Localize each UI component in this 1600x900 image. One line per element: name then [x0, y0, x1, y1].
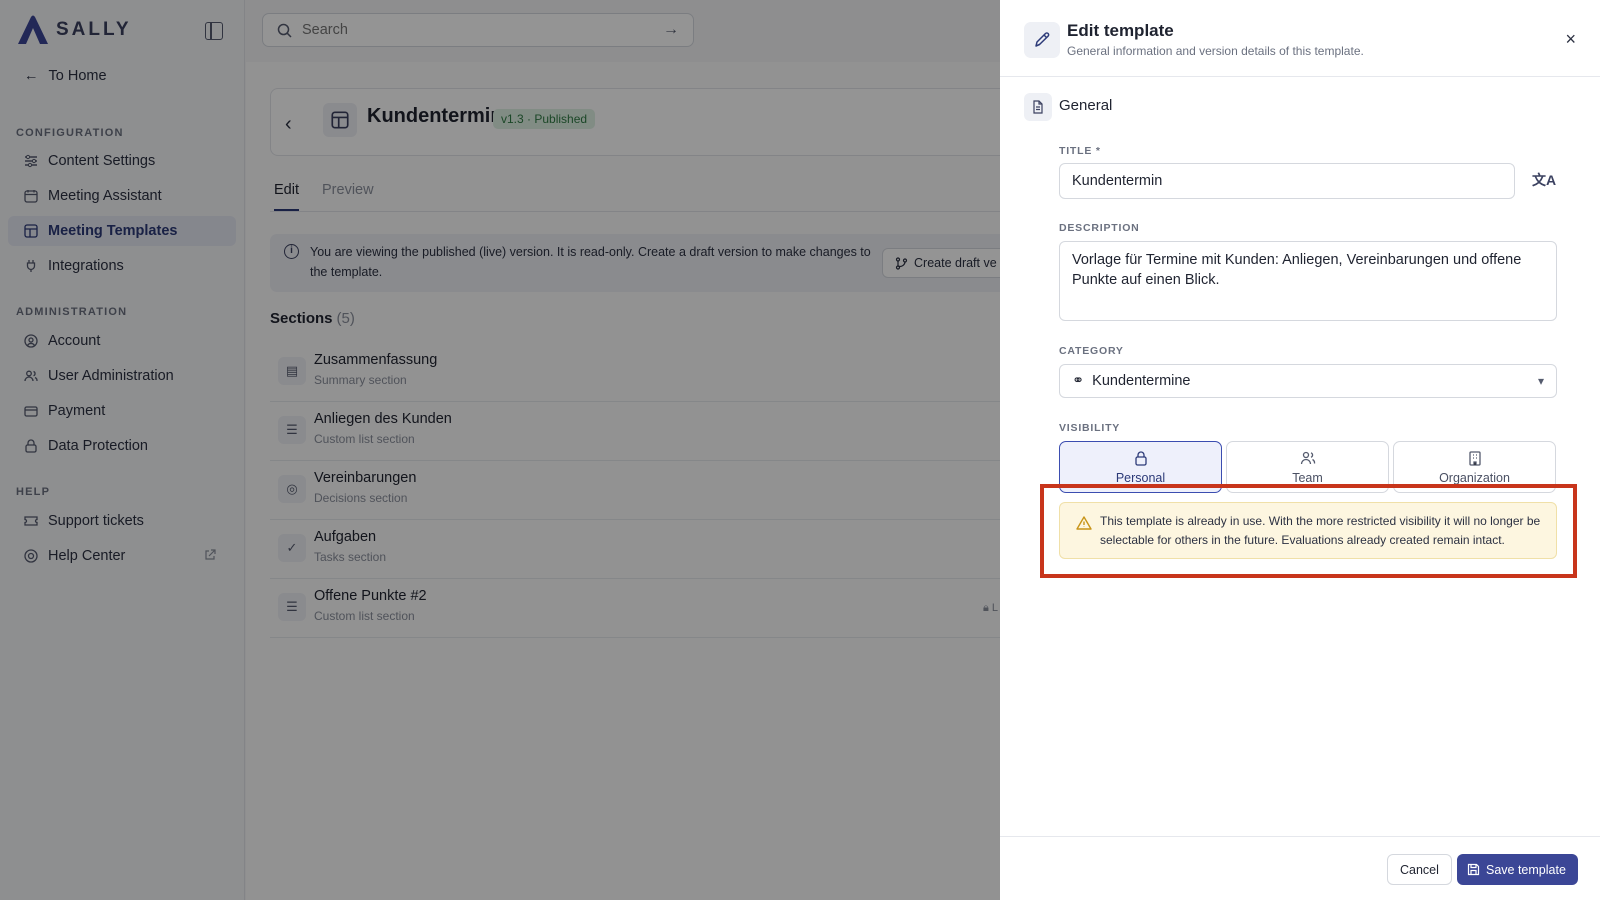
drawer-subtitle: General information and version details …	[1067, 44, 1364, 58]
title-label: TITLE *	[1059, 145, 1101, 157]
lock-icon	[1134, 450, 1147, 466]
category-select[interactable]: ⚭ Kundentermine ▾	[1059, 364, 1557, 398]
save-template-label: Save template	[1486, 862, 1566, 877]
title-input[interactable]	[1059, 163, 1515, 199]
edit-template-drawer: Edit template General information and ve…	[1000, 0, 1600, 900]
modal-backdrop[interactable]	[0, 0, 1000, 900]
document-icon	[1024, 93, 1052, 121]
chevron-down-icon: ▾	[1537, 374, 1544, 388]
cancel-button[interactable]: Cancel	[1387, 854, 1452, 885]
general-section-heading: General	[1059, 97, 1113, 114]
close-icon[interactable]: ×	[1565, 30, 1576, 48]
highlight-box	[1040, 484, 1577, 578]
description-label: DESCRIPTION	[1059, 222, 1140, 234]
save-icon	[1467, 863, 1480, 876]
description-textarea[interactable]: Vorlage für Termine mit Kunden: Anliegen…	[1059, 241, 1557, 321]
visibility-option-label: Personal	[1115, 470, 1166, 485]
building-icon	[1468, 450, 1481, 466]
handshake-icon: ⚭	[1072, 373, 1085, 389]
pencil-icon	[1024, 22, 1060, 58]
category-label: CATEGORY	[1059, 345, 1124, 357]
visibility-option-label: Organization	[1439, 470, 1510, 485]
visibility-label: VISIBILITY	[1059, 422, 1121, 434]
drawer-title: Edit template	[1067, 21, 1174, 40]
translate-icon[interactable]: 文A	[1532, 170, 1556, 190]
visibility-option-label: Team	[1292, 470, 1323, 485]
users-icon	[1300, 451, 1315, 464]
category-value: Kundentermine	[1092, 373, 1191, 389]
save-template-button[interactable]: Save template	[1457, 854, 1578, 885]
drawer-footer: Cancel Save template	[1000, 836, 1600, 900]
drawer-header: Edit template General information and ve…	[1000, 0, 1600, 77]
